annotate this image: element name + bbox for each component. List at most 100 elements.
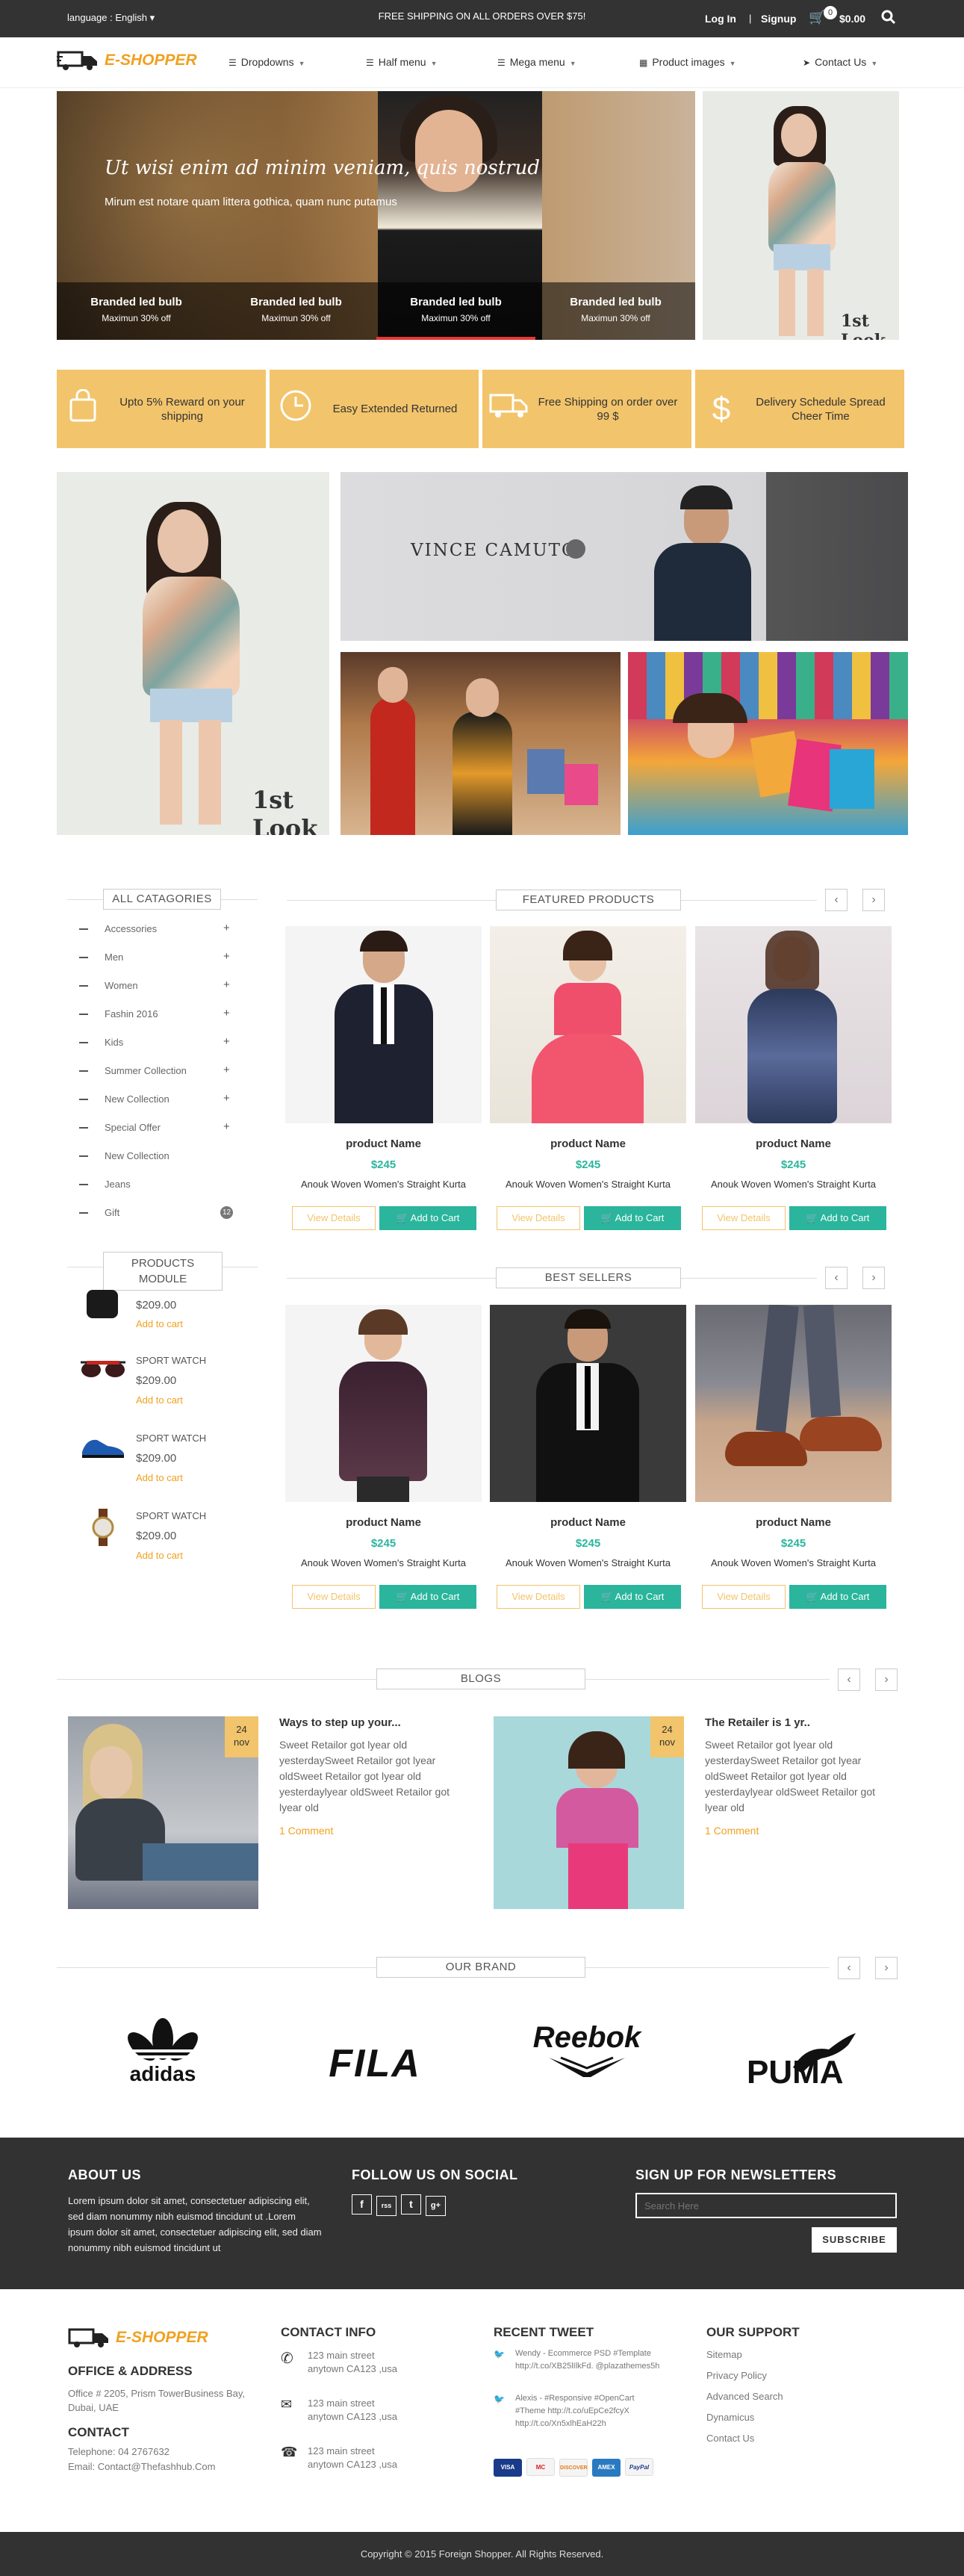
brands-prev-button[interactable]: ‹ xyxy=(838,1957,860,1979)
expand-plus-icon[interactable]: + xyxy=(223,1064,230,1076)
login-link[interactable]: Log In xyxy=(705,13,736,25)
product-name[interactable]: product Name xyxy=(490,1516,686,1529)
category-item[interactable]: New Collection xyxy=(79,1150,228,1164)
product-image-leather-jacket[interactable] xyxy=(285,1305,482,1502)
blog-title[interactable]: Ways to step up your... xyxy=(279,1716,401,1729)
module-add-to-cart[interactable]: Add to cart xyxy=(136,1472,183,1483)
google-plus-icon[interactable]: g+ xyxy=(426,2196,446,2216)
category-item[interactable]: Kids + xyxy=(79,1035,230,1050)
view-details-button[interactable]: View Details xyxy=(702,1206,786,1230)
brand-reebok-logo[interactable]: Reebok xyxy=(512,2017,662,2099)
category-item[interactable]: Summer Collection + xyxy=(79,1064,230,1078)
nav-contact-us[interactable]: ➤ Contact Us ▼ xyxy=(803,56,877,68)
module-item[interactable]: SPORT WATCH $209.00 Add to cart xyxy=(79,1509,251,1568)
add-to-cart-button[interactable]: 🛒 Add to Cart xyxy=(789,1585,886,1609)
expand-plus-icon[interactable]: + xyxy=(223,950,230,963)
product-image-brown-shoes[interactable] xyxy=(695,1305,892,1502)
support-link-contact[interactable]: Contact Us xyxy=(706,2428,783,2449)
brand-puma-logo[interactable]: PUMA xyxy=(724,2017,874,2099)
product-image-black-suit[interactable] xyxy=(490,1305,686,1502)
hero-slider[interactable]: Ut wisi enim ad minim veniam, quis nostr… xyxy=(57,91,695,340)
rss-icon[interactable]: rss xyxy=(376,2196,397,2216)
product-name[interactable]: product Name xyxy=(695,1138,892,1150)
module-item[interactable]: SPORT WATCH $209.00 Add to cart xyxy=(79,1431,251,1491)
search-icon[interactable] xyxy=(881,10,896,28)
product-image-pink-dress[interactable] xyxy=(490,926,686,1123)
promo-banner-look[interactable]: 1st Look xyxy=(57,472,329,835)
brands-next-button[interactable]: › xyxy=(875,1957,898,1979)
product-name[interactable]: product Name xyxy=(285,1516,482,1529)
category-item[interactable]: Special Offer + xyxy=(79,1120,230,1135)
product-name[interactable]: product Name xyxy=(490,1138,686,1150)
view-details-button[interactable]: View Details xyxy=(702,1585,786,1609)
promo-banner-shopping[interactable] xyxy=(340,652,621,835)
add-to-cart-button[interactable]: 🛒 Add to Cart xyxy=(584,1206,681,1230)
view-details-button[interactable]: View Details xyxy=(292,1585,376,1609)
category-item[interactable]: Gift 12 xyxy=(79,1206,233,1220)
add-to-cart-button[interactable]: 🛒 Add to Cart xyxy=(789,1206,886,1230)
module-item[interactable]: $209.00 Add to cart xyxy=(79,1290,251,1350)
featured-next-button[interactable]: › xyxy=(862,889,885,911)
view-details-button[interactable]: View Details xyxy=(497,1585,580,1609)
brand-fila-logo[interactable]: FILA xyxy=(300,2028,450,2110)
expand-plus-icon[interactable]: + xyxy=(223,922,230,934)
twitter-icon[interactable]: t xyxy=(401,2194,421,2215)
logo[interactable]: E-SHOPPER xyxy=(57,49,197,72)
contact-email[interactable]: Email: Contact@Thefashhub.Com xyxy=(68,2461,215,2472)
hero-side-banner[interactable]: 1st Look xyxy=(703,91,899,340)
expand-plus-icon[interactable]: + xyxy=(223,978,230,991)
nav-dropdowns[interactable]: ☰ Dropdowns ▼ xyxy=(228,56,305,68)
support-link-sitemap[interactable]: Sitemap xyxy=(706,2344,783,2365)
product-card[interactable]: product Name $245 Anouk Woven Women's St… xyxy=(490,926,686,1240)
category-item[interactable]: Accessories + xyxy=(79,922,230,937)
blogs-next-button[interactable]: › xyxy=(875,1669,898,1691)
hero-tab[interactable]: Branded led bulb Maximun 30% off xyxy=(217,282,376,340)
promo-banner-bags[interactable] xyxy=(628,652,908,835)
add-to-cart-button[interactable]: 🛒 Add to Cart xyxy=(379,1206,476,1230)
expand-plus-icon[interactable]: + xyxy=(223,1120,230,1133)
product-name[interactable]: product Name xyxy=(285,1138,482,1150)
add-to-cart-button[interactable]: 🛒 Add to Cart xyxy=(584,1585,681,1609)
product-card[interactable]: product Name $245 Anouk Woven Women's St… xyxy=(695,926,892,1240)
expand-plus-icon[interactable]: + xyxy=(223,1035,230,1048)
category-item[interactable]: Women + xyxy=(79,978,230,993)
category-item[interactable]: Men + xyxy=(79,950,230,965)
facebook-icon[interactable]: f xyxy=(352,2194,372,2215)
module-add-to-cart[interactable]: Add to cart xyxy=(136,1318,183,1329)
view-details-button[interactable]: View Details xyxy=(292,1206,376,1230)
product-card[interactable]: product Name $245 Anouk Woven Women's St… xyxy=(695,1305,892,1618)
nav-mega-menu[interactable]: ☰ Mega menu ▼ xyxy=(497,56,576,68)
product-image-suit[interactable] xyxy=(285,926,482,1123)
nav-half-menu[interactable]: ☰ Half menu ▼ xyxy=(366,56,438,68)
module-add-to-cart[interactable]: Add to cart xyxy=(136,1394,183,1406)
featured-prev-button[interactable]: ‹ xyxy=(825,889,848,911)
subscribe-button[interactable]: SUBSCRIBE xyxy=(812,2227,897,2253)
bestsellers-prev-button[interactable]: ‹ xyxy=(825,1267,848,1289)
nav-product-images[interactable]: ▦ Product images ▼ xyxy=(639,56,736,68)
category-item[interactable]: Fashin 2016 + xyxy=(79,1007,230,1022)
product-image-blue-dress[interactable] xyxy=(695,926,892,1123)
support-link-advanced-search[interactable]: Advanced Search xyxy=(706,2386,783,2407)
cart-total[interactable]: $0.00 xyxy=(839,13,865,25)
expand-plus-icon[interactable]: + xyxy=(223,1007,230,1019)
expand-plus-icon[interactable]: + xyxy=(223,1092,230,1105)
category-item[interactable]: New Collection + xyxy=(79,1092,230,1107)
footer-logo[interactable]: E-SHOPPER xyxy=(68,2327,208,2349)
blog-comments-link[interactable]: 1 Comment xyxy=(705,1825,759,1837)
promo-banner-vince-camuto[interactable]: VINCE CAMUTO xyxy=(340,472,908,641)
newsletter-input[interactable] xyxy=(635,2193,897,2218)
support-link-dynamicus[interactable]: Dynamicus xyxy=(706,2407,783,2428)
signup-link[interactable]: Signup xyxy=(761,13,796,25)
blogs-prev-button[interactable]: ‹ xyxy=(838,1669,860,1691)
view-details-button[interactable]: View Details xyxy=(497,1206,580,1230)
hero-tab[interactable]: Branded led bulb Maximun 30% off xyxy=(536,282,695,340)
product-card[interactable]: product Name $245 Anouk Woven Women's St… xyxy=(285,926,482,1240)
blog-title[interactable]: The Retailer is 1 yr.. xyxy=(705,1716,810,1729)
brand-adidas-logo[interactable]: adidas xyxy=(88,2017,237,2099)
module-item[interactable]: SPORT WATCH $209.00 Add to cart xyxy=(79,1353,251,1413)
product-card[interactable]: product Name $245 Anouk Woven Women's St… xyxy=(285,1305,482,1618)
hero-tab-active[interactable]: Branded led bulb Maximun 30% off xyxy=(376,282,535,340)
blog-comments-link[interactable]: 1 Comment xyxy=(279,1825,333,1837)
product-card[interactable]: product Name $245 Anouk Woven Women's St… xyxy=(490,1305,686,1618)
hero-tab[interactable]: Branded led bulb Maximun 30% off xyxy=(57,282,216,340)
